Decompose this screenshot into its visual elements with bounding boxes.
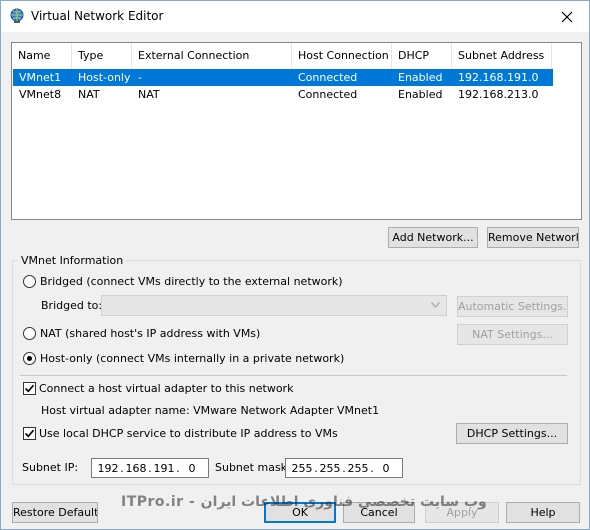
chevron-down-icon xyxy=(431,302,440,308)
add-network-button[interactable]: Add Network... xyxy=(388,227,478,248)
host-only-label[interactable]: Host-only (connect VMs internally in a p… xyxy=(40,352,344,366)
cancel-button[interactable]: Cancel xyxy=(343,502,415,523)
column-header-dhcp[interactable]: DHCP xyxy=(392,43,452,69)
vmnet-information-group xyxy=(12,260,581,485)
subnet-ip-label: Subnet IP: xyxy=(22,461,79,474)
table-row[interactable]: VMnet1 Host-only - Connected Enabled 192… xyxy=(13,69,553,86)
nat-label[interactable]: NAT (shared host's IP address with VMs) xyxy=(40,327,260,341)
subnet-mask-input[interactable]: 255. 255. 255. 0 xyxy=(285,458,403,478)
ok-button[interactable]: OK xyxy=(264,502,336,523)
cell-name: VMnet8 xyxy=(19,88,62,101)
automatic-settings-button[interactable]: Automatic Settings... xyxy=(457,296,568,317)
dhcp-label[interactable]: Use local DHCP service to distribute IP … xyxy=(39,427,338,441)
mask-octet: 255 xyxy=(347,461,369,475)
cell-type: Host-only xyxy=(78,71,131,84)
ip-octet: 168 xyxy=(125,461,147,475)
cell-name: VMnet1 xyxy=(19,71,62,84)
mask-octet: 255 xyxy=(291,461,313,475)
bridged-to-label: Bridged to: xyxy=(41,299,103,312)
checkmark-icon xyxy=(24,384,35,393)
radio-selected-dot xyxy=(27,356,32,361)
bridged-to-select[interactable] xyxy=(101,295,447,316)
network-globe-icon xyxy=(10,8,24,23)
virtual-network-editor-window: Virtual Network Editor Name Type Externa… xyxy=(0,0,590,530)
bridged-radio[interactable] xyxy=(23,275,36,288)
subnet-ip-input[interactable]: 192. 168. 191. 0 xyxy=(91,458,209,478)
remove-network-button[interactable]: Remove Network xyxy=(487,227,579,248)
connect-adapter-label[interactable]: Connect a host virtual adapter to this n… xyxy=(39,382,293,396)
mask-octet: 255 xyxy=(319,461,341,475)
ip-octet: 0 xyxy=(188,461,196,475)
mask-octet: 0 xyxy=(382,461,390,475)
restore-defaults-button[interactable]: Restore Defaults xyxy=(12,502,98,523)
help-button[interactable]: Help xyxy=(506,502,580,523)
cell-external-connection: NAT xyxy=(138,88,160,101)
ip-octet: 192 xyxy=(97,461,119,475)
separator xyxy=(20,375,567,376)
cell-type: NAT xyxy=(78,88,100,101)
close-icon xyxy=(561,11,573,22)
column-header-type[interactable]: Type xyxy=(72,43,132,69)
nat-settings-button[interactable]: NAT Settings... xyxy=(457,324,568,345)
window-title: Virtual Network Editor xyxy=(31,9,164,23)
connect-adapter-checkbox[interactable] xyxy=(23,382,36,395)
list-header: Name Type External Connection Host Conne… xyxy=(12,43,581,69)
apply-button[interactable]: Apply xyxy=(425,502,499,523)
title-bar: Virtual Network Editor xyxy=(1,1,589,32)
dhcp-settings-button[interactable]: DHCP Settings... xyxy=(456,423,568,444)
host-only-radio[interactable] xyxy=(23,352,36,365)
dhcp-checkbox[interactable] xyxy=(23,427,36,440)
network-list[interactable]: Name Type External Connection Host Conne… xyxy=(11,42,582,220)
subnet-mask-label: Subnet mask: xyxy=(215,461,291,474)
ip-octet: 191 xyxy=(153,461,175,475)
column-header-external-connection[interactable]: External Connection xyxy=(132,43,292,69)
cell-subnet-address: 192.168.213.0 xyxy=(458,88,539,101)
column-header-name[interactable]: Name xyxy=(12,43,72,69)
table-row[interactable]: VMnet8 NAT NAT Connected Enabled 192.168… xyxy=(13,86,553,103)
cell-dhcp: Enabled xyxy=(398,71,443,84)
adapter-name-text: Host virtual adapter name: VMware Networ… xyxy=(41,404,380,417)
column-header-subnet-address[interactable]: Subnet Address xyxy=(452,43,552,69)
checkmark-icon xyxy=(24,429,35,438)
column-header-host-connection[interactable]: Host Connection xyxy=(292,43,392,69)
cell-host-connection: Connected xyxy=(298,71,358,84)
close-button[interactable] xyxy=(545,1,589,32)
bridged-label[interactable]: Bridged (connect VMs directly to the ext… xyxy=(40,275,343,289)
nat-radio[interactable] xyxy=(23,327,36,340)
cell-host-connection: Connected xyxy=(298,88,358,101)
cell-subnet-address: 192.168.191.0 xyxy=(458,71,539,84)
cell-dhcp: Enabled xyxy=(398,88,443,101)
vmnet-information-label: VMnet Information xyxy=(18,254,127,268)
cell-external-connection: - xyxy=(138,71,142,84)
